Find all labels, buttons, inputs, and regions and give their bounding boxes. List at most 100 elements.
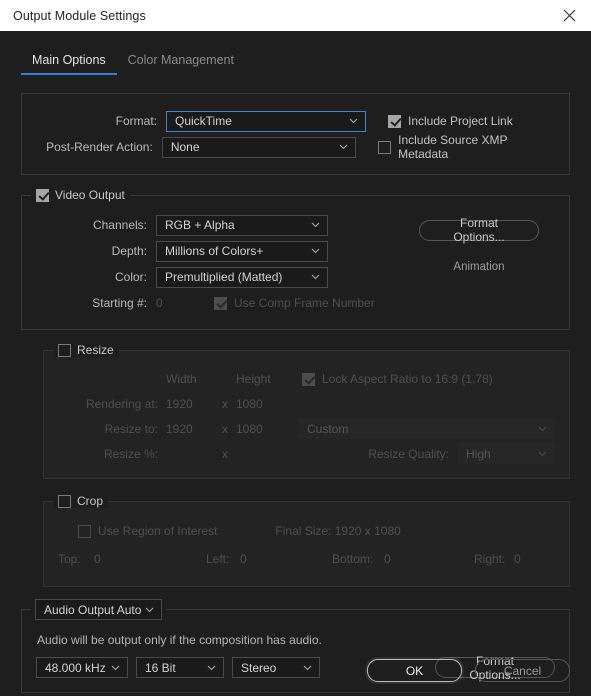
- use-region-of-interest-row: Use Region of Interest: [78, 524, 217, 538]
- starting-number-label: Starting #:: [92, 296, 147, 310]
- chevron-down-icon: [348, 116, 359, 127]
- include-project-link-checkbox[interactable]: [388, 114, 401, 128]
- tab-main-options[interactable]: Main Options: [21, 53, 117, 75]
- color-select-value: Premultiplied (Matted): [165, 270, 283, 284]
- crop-right-label: Right:: [474, 552, 506, 566]
- resize-header-row: Width Height Lock Aspect Ratio to 16:9 (…: [58, 367, 555, 391]
- resize-legend[interactable]: Resize: [53, 343, 119, 357]
- resize-title: Resize: [77, 343, 114, 357]
- post-render-action-value: None: [170, 140, 200, 154]
- include-project-link-row[interactable]: Include Project Link: [388, 114, 513, 128]
- post-render-action-label: Post-Render Action:: [46, 140, 153, 154]
- color-label: Color:: [114, 270, 147, 284]
- channels-select-value: RGB + Alpha: [165, 218, 235, 232]
- codec-name: Animation: [453, 260, 505, 273]
- resize-checkbox[interactable]: [58, 343, 71, 357]
- dialog-footer: OK Cancel: [0, 659, 591, 682]
- titlebar: Output Module Settings: [0, 0, 591, 31]
- crop-values-row: Top: 0 Left: 0 Bottom: 0 Right: 0: [58, 545, 555, 573]
- use-region-of-interest-checkbox: [78, 524, 91, 538]
- depth-label: Depth:: [111, 244, 147, 258]
- chevron-down-icon: [537, 423, 548, 434]
- crop-title: Crop: [77, 494, 104, 508]
- crop-legend[interactable]: Crop: [53, 494, 109, 508]
- chevron-down-icon: [338, 142, 349, 153]
- crop-right-value: 0: [514, 552, 521, 566]
- rendering-width-value: 1920: [166, 396, 193, 411]
- crop-top-value: 0: [94, 552, 101, 566]
- chevron-down-icon: [310, 246, 321, 257]
- crop-checkbox[interactable]: [58, 494, 71, 508]
- include-xmp-metadata-label: Include Source XMP Metadata: [398, 133, 508, 161]
- chevron-down-icon: [144, 604, 155, 615]
- crop-left-value: 0: [240, 552, 247, 566]
- chevron-down-icon: [310, 220, 321, 231]
- lock-aspect-ratio-checkbox: [302, 372, 315, 386]
- chevron-down-icon: [537, 448, 548, 459]
- include-xmp-metadata-checkbox[interactable]: [378, 140, 392, 154]
- width-header: Width: [166, 372, 197, 386]
- video-output-title: Video Output: [55, 188, 125, 202]
- depth-select[interactable]: Millions of Colors+: [156, 240, 328, 262]
- ok-button[interactable]: OK: [367, 659, 462, 682]
- channels-select[interactable]: RGB + Alpha: [156, 214, 328, 236]
- tab-color-management[interactable]: Color Management: [117, 53, 245, 75]
- resize-to-row: Resize to: 1920 x 1080 Custom: [58, 416, 555, 441]
- main-options-panel: Format: QuickTime Include Project Link P…: [21, 93, 570, 175]
- video-output-checkbox[interactable]: [36, 188, 49, 202]
- audio-output-mode-value: Audio Output Auto: [44, 602, 142, 617]
- format-select-value: QuickTime: [175, 114, 232, 128]
- resize-panel: Resize Width Height Lock Aspect Ratio to…: [43, 343, 570, 479]
- crop-bottom-value: 0: [384, 552, 391, 566]
- include-project-link-label: Include Project Link: [408, 114, 513, 128]
- post-render-action-select[interactable]: None: [161, 136, 357, 158]
- crop-top-label: Top:: [58, 552, 81, 566]
- color-select[interactable]: Premultiplied (Matted): [156, 266, 328, 288]
- include-xmp-metadata-row[interactable]: Include Source XMP Metadata: [378, 133, 555, 161]
- audio-output-mode-wrapper: Audio Output Auto: [31, 599, 166, 620]
- starting-number-row: Starting #: 0 Use Comp Frame Number: [22, 290, 555, 316]
- channels-label: Channels:: [92, 218, 147, 232]
- cancel-button[interactable]: Cancel: [475, 659, 570, 682]
- resize-to-label: Resize to:: [104, 421, 158, 436]
- resize-quality-label: Resize Quality:: [368, 446, 449, 461]
- lock-aspect-ratio-row: Lock Aspect Ratio to 16:9 (1.78): [302, 372, 493, 386]
- audio-note: Audio will be output only if the composi…: [37, 633, 322, 647]
- dialog-body: Main Options Color Management Format: Qu…: [0, 31, 591, 696]
- format-label: Format:: [115, 114, 157, 128]
- crop-roi-row: Use Region of Interest Final Size: 1920 …: [58, 517, 555, 545]
- resize-times-symbol: x: [222, 421, 228, 436]
- video-format-options-area: Format Options... Animation: [405, 214, 553, 273]
- video-output-panel: Video Output Channels: RGB + Alpha Depth…: [21, 188, 570, 330]
- use-comp-frame-number-label: Use Comp Frame Number: [234, 296, 375, 310]
- output-module-settings-dialog: Output Module Settings Main Options Colo…: [0, 0, 591, 696]
- rendering-height-value: 1080: [236, 396, 263, 411]
- resize-preset-value: Custom: [307, 421, 349, 436]
- rendering-at-label: Rendering at:: [85, 396, 158, 411]
- use-region-of-interest-label: Use Region of Interest: [98, 524, 218, 538]
- resize-percent-times-symbol: x: [222, 446, 228, 461]
- post-render-action-row: Post-Render Action: None Include Source …: [22, 133, 555, 161]
- rendering-at-row: Rendering at: 1920 x 1080: [58, 391, 555, 416]
- video-format-options-button[interactable]: Format Options...: [419, 216, 539, 244]
- use-comp-frame-number-checkbox: [214, 296, 227, 310]
- tab-color-management-label: Color Management: [127, 53, 234, 67]
- audio-output-mode-select[interactable]: Audio Output Auto: [35, 599, 162, 620]
- crop-bottom-label: Bottom:: [332, 552, 374, 566]
- crop-panel: Crop Use Region of Interest Final Size: …: [43, 494, 570, 587]
- close-icon[interactable]: [547, 0, 591, 31]
- lock-aspect-ratio-label: Lock Aspect Ratio to 16:9 (1.78): [322, 372, 493, 386]
- resize-preset-select: Custom: [298, 418, 555, 439]
- rendering-times-symbol: x: [222, 396, 228, 411]
- tab-bar: Main Options Color Management: [21, 45, 570, 75]
- resize-percent-label: Resize %:: [103, 446, 158, 461]
- format-select[interactable]: QuickTime: [166, 110, 366, 132]
- starting-number-value[interactable]: 0: [156, 296, 214, 310]
- height-header: Height: [236, 372, 271, 386]
- tab-main-options-label: Main Options: [32, 53, 106, 67]
- resize-width-value: 1920: [166, 421, 193, 436]
- video-output-legend[interactable]: Video Output: [31, 188, 130, 202]
- window-title: Output Module Settings: [13, 8, 146, 23]
- resize-quality-value: High: [466, 446, 491, 461]
- crop-left-label: Left:: [206, 552, 230, 566]
